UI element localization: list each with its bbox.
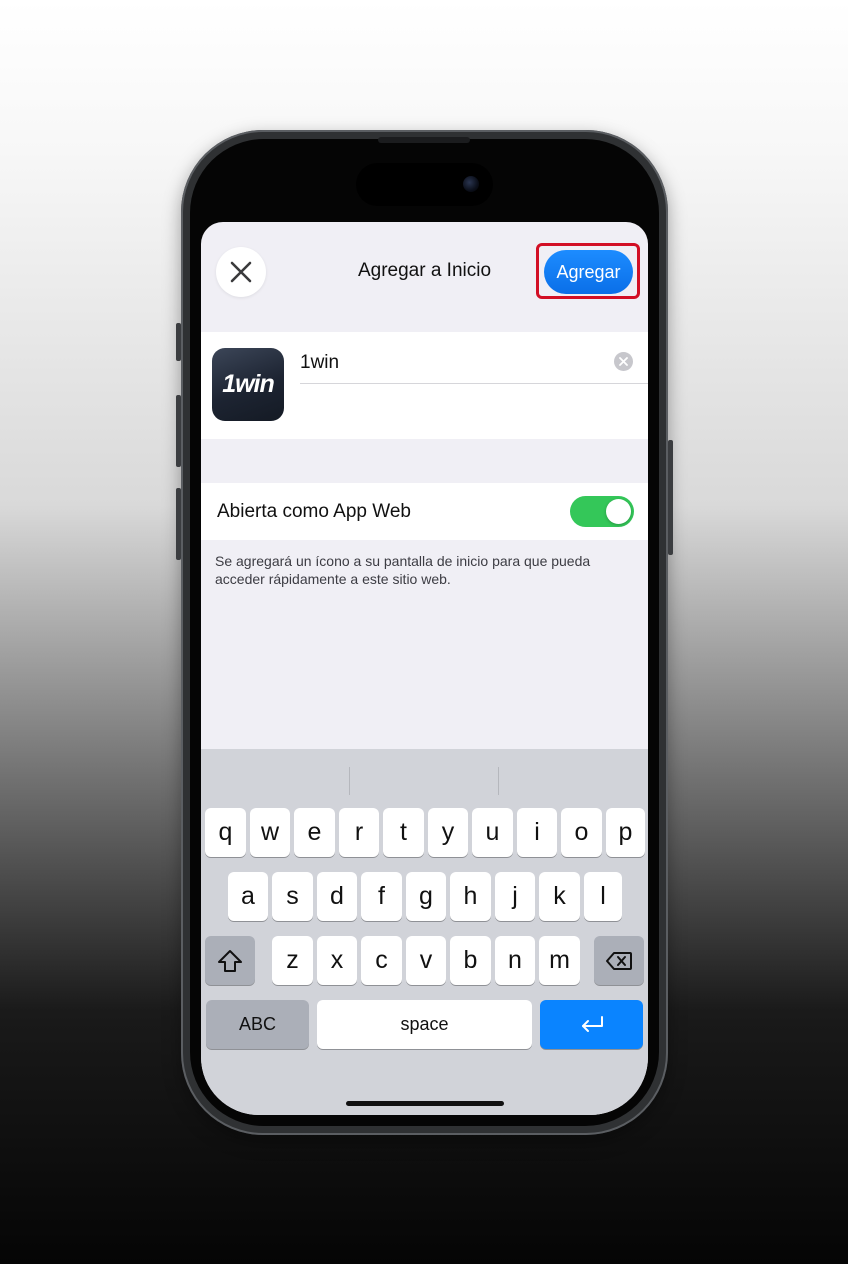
- backspace-key[interactable]: [594, 936, 644, 985]
- action-button: [176, 323, 181, 361]
- key-x[interactable]: x: [317, 936, 357, 985]
- footnote-text: Se agregará un ícono a su pantalla de in…: [215, 553, 591, 587]
- close-button[interactable]: [216, 247, 266, 297]
- screen: Agregar a Inicio Agregar 1win Abierta co…: [201, 222, 648, 1115]
- home-indicator[interactable]: [346, 1101, 504, 1106]
- key-p[interactable]: p: [606, 808, 645, 857]
- key-y[interactable]: y: [428, 808, 468, 857]
- shift-key[interactable]: [205, 936, 255, 985]
- key-d[interactable]: d: [317, 872, 357, 921]
- suggestion-divider: [498, 767, 499, 795]
- volume-up-button: [176, 395, 181, 467]
- key-q[interactable]: q: [205, 808, 246, 857]
- speaker-grille: [378, 137, 470, 143]
- key-f[interactable]: f: [361, 872, 402, 921]
- key-e[interactable]: e: [294, 808, 335, 857]
- app-icon: 1win: [212, 348, 284, 421]
- key-g[interactable]: g: [406, 872, 446, 921]
- clear-icon: [619, 357, 628, 366]
- camera-lens: [463, 176, 479, 192]
- return-key[interactable]: [540, 1000, 643, 1049]
- return-icon: [581, 1015, 603, 1032]
- volume-down-button: [176, 488, 181, 560]
- name-underline: [300, 383, 648, 384]
- key-w[interactable]: w: [250, 808, 290, 857]
- key-i[interactable]: i: [517, 808, 557, 857]
- key-s[interactable]: s: [272, 872, 313, 921]
- app-name-input[interactable]: [300, 352, 600, 374]
- key-r[interactable]: r: [339, 808, 379, 857]
- dynamic-island: [356, 163, 493, 206]
- key-k[interactable]: k: [539, 872, 580, 921]
- power-button: [668, 440, 673, 555]
- space-key[interactable]: space: [317, 1000, 532, 1049]
- shift-icon: [218, 949, 242, 972]
- toggle-knob: [606, 499, 631, 524]
- web-app-label: Abierta como App Web: [217, 501, 411, 522]
- clear-button[interactable]: [614, 352, 633, 371]
- key-a[interactable]: a: [228, 872, 268, 921]
- backspace-icon: [606, 951, 632, 970]
- key-c[interactable]: c: [361, 936, 402, 985]
- web-app-row: Abierta como App Web: [201, 483, 648, 540]
- key-u[interactable]: u: [472, 808, 513, 857]
- web-app-toggle[interactable]: [570, 496, 634, 527]
- add-button-highlight: [536, 243, 640, 299]
- key-b[interactable]: b: [450, 936, 491, 985]
- key-z[interactable]: z: [272, 936, 313, 985]
- close-icon: [230, 261, 252, 283]
- keyboard: q w e r t y u i o p a s d f g h j k l z …: [201, 749, 648, 1115]
- key-o[interactable]: o: [561, 808, 602, 857]
- key-v[interactable]: v: [406, 936, 446, 985]
- key-m[interactable]: m: [539, 936, 580, 985]
- page-title: Agregar a Inicio: [357, 260, 492, 281]
- suggestion-divider: [349, 767, 350, 795]
- app-name-card: 1win: [201, 332, 648, 439]
- key-l[interactable]: l: [584, 872, 622, 921]
- abc-key[interactable]: ABC: [206, 1000, 309, 1049]
- key-t[interactable]: t: [383, 808, 424, 857]
- key-h[interactable]: h: [450, 872, 491, 921]
- key-n[interactable]: n: [495, 936, 535, 985]
- key-j[interactable]: j: [495, 872, 535, 921]
